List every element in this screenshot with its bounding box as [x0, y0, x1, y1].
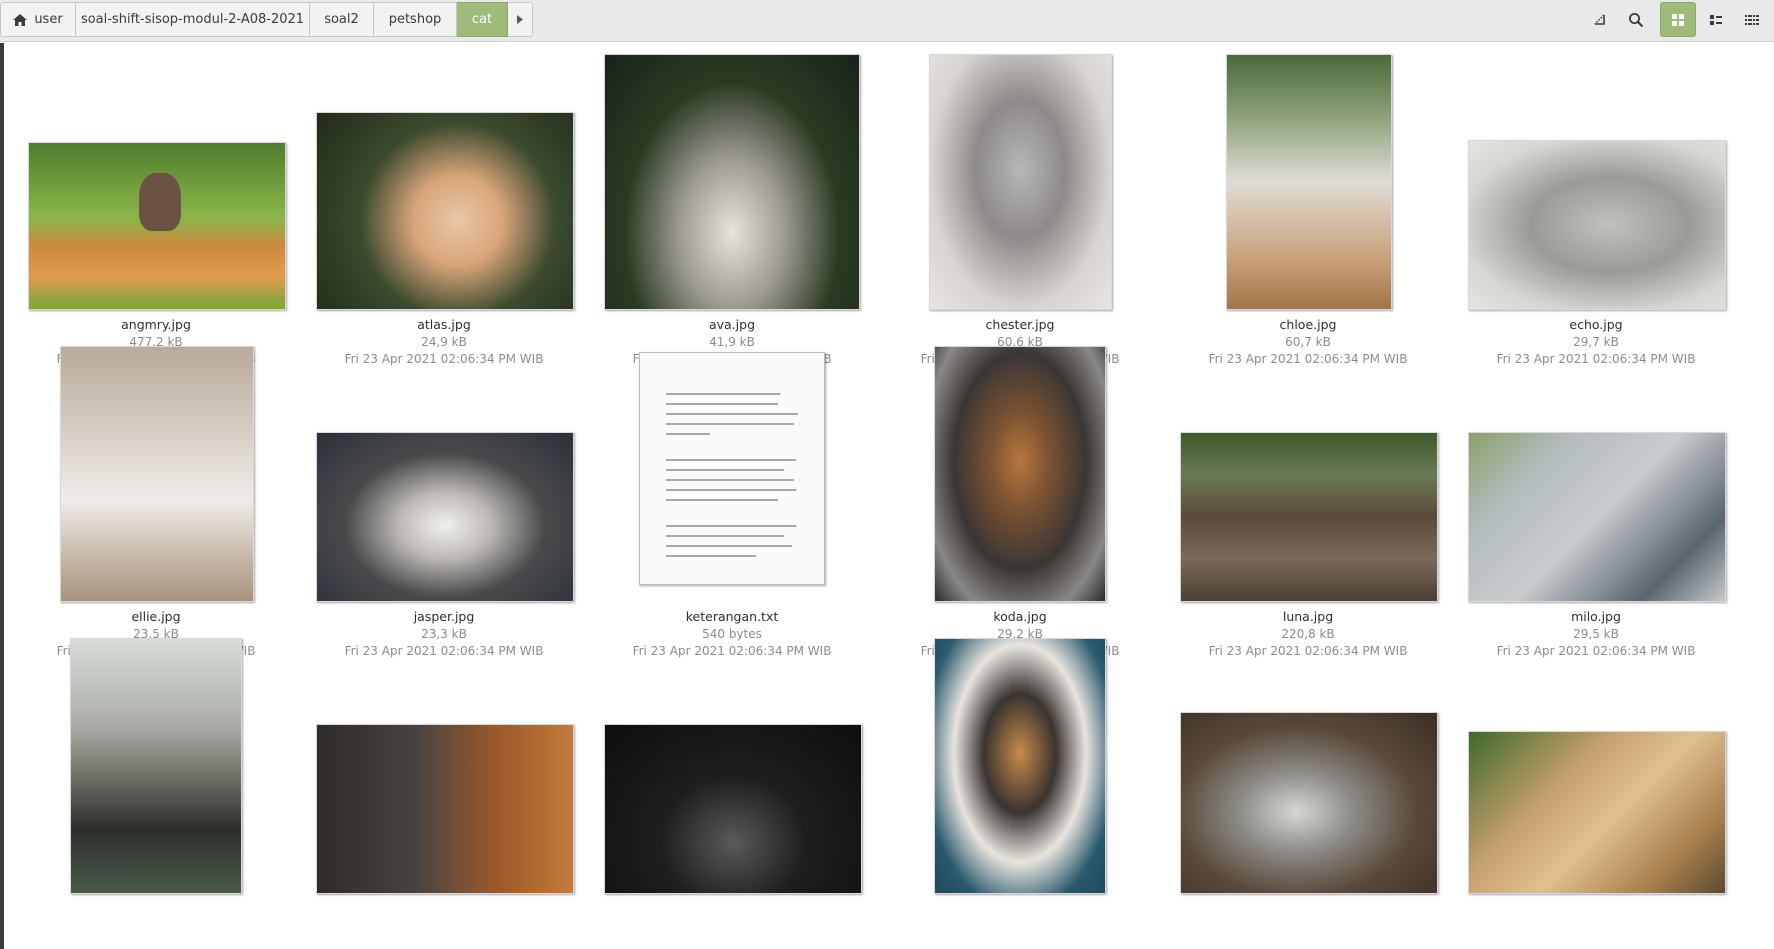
file-item[interactable]: ellie.jpg 23,5 kB Fri 23 Apr 2021 02:06:… [12, 335, 300, 658]
file-item[interactable]: atlas.jpg 24,9 kB Fri 23 Apr 2021 02:06:… [300, 43, 588, 366]
toolbar: user soal-shift-sisop-modul-2-A08-2021 s… [0, 0, 1774, 42]
list-view-button[interactable] [1698, 2, 1734, 37]
text-document-icon [639, 352, 825, 585]
breadcrumb-label: soal-shift-sisop-modul-2-A08-2021 [80, 12, 305, 27]
grid-view-button[interactable] [1660, 2, 1696, 37]
search-button[interactable] [1618, 2, 1654, 37]
breadcrumb-label: cat [471, 12, 493, 27]
file-item[interactable] [300, 627, 588, 917]
compact-view-button[interactable] [1734, 2, 1770, 37]
image-thumbnail [1468, 432, 1726, 602]
file-name: chester.jpg [985, 317, 1055, 332]
image-thumbnail [70, 638, 242, 894]
breadcrumb-soal2[interactable]: soal2 [310, 2, 374, 37]
file-name: echo.jpg [1569, 317, 1623, 332]
breadcrumb: user soal-shift-sisop-modul-2-A08-2021 s… [0, 2, 533, 37]
image-thumbnail [929, 54, 1112, 310]
file-item[interactable]: jasper.jpg 23,3 kB Fri 23 Apr 2021 02:06… [300, 335, 588, 658]
breadcrumb-label: petshop [388, 12, 442, 27]
chevron-right-icon [517, 15, 523, 24]
file-name: koda.jpg [993, 609, 1047, 624]
file-item[interactable] [1452, 627, 1740, 917]
file-item[interactable]: angmry.jpg 477,2 kB Fri 23 Apr 2021 02:0… [12, 43, 300, 366]
file-item[interactable] [588, 627, 876, 917]
breadcrumb-petshop[interactable]: petshop [374, 2, 457, 37]
compact-view-icon [1745, 14, 1759, 25]
file-grid: angmry.jpg 477,2 kB Fri 23 Apr 2021 02:0… [0, 43, 1774, 949]
breadcrumb-next-button[interactable] [508, 2, 533, 37]
file-item[interactable]: milo.jpg 29,5 kB Fri 23 Apr 2021 02:06:3… [1452, 335, 1740, 658]
file-item[interactable] [876, 627, 1164, 917]
file-name: chloe.jpg [1279, 317, 1337, 332]
file-item[interactable]: koda.jpg 29,2 kB Fri 23 Apr 2021 02:06:3… [876, 335, 1164, 658]
breadcrumb-repo[interactable]: soal-shift-sisop-modul-2-A08-2021 [76, 2, 310, 37]
file-item[interactable]: keterangan.txt 540 bytes Fri 23 Apr 2021… [588, 335, 876, 658]
image-thumbnail [316, 112, 574, 310]
file-item[interactable] [12, 627, 300, 917]
cat-figure [139, 173, 181, 231]
breadcrumb-label: soal2 [324, 12, 359, 27]
image-thumbnail [60, 346, 254, 602]
image-thumbnail [604, 54, 860, 310]
list-view-icon [1710, 14, 1722, 25]
file-name: angmry.jpg [121, 317, 191, 332]
grid-view-icon [1672, 13, 1684, 26]
breadcrumb-user[interactable]: user [0, 2, 76, 37]
image-thumbnail [316, 432, 574, 602]
image-thumbnail [1468, 140, 1726, 310]
location-icon [1594, 13, 1605, 25]
file-item[interactable]: chloe.jpg 60,7 kB Fri 23 Apr 2021 02:06:… [1164, 43, 1452, 366]
file-name: ava.jpg [708, 317, 756, 332]
image-thumbnail [28, 142, 286, 310]
file-name: luna.jpg [1282, 609, 1334, 624]
file-name: atlas.jpg [417, 317, 471, 332]
image-thumbnail [934, 638, 1106, 894]
breadcrumb-label: user [34, 12, 63, 27]
file-item[interactable]: luna.jpg 220,8 kB Fri 23 Apr 2021 02:06:… [1164, 335, 1452, 658]
search-icon [1629, 12, 1644, 27]
image-thumbnail [1226, 54, 1392, 310]
file-item[interactable]: ava.jpg 41,9 kB Fri 23 Apr 2021 02:06:34… [588, 43, 876, 366]
breadcrumb-cat[interactable]: cat [457, 2, 508, 37]
file-item[interactable]: chester.jpg 60,6 kB Fri 23 Apr 2021 02:0… [876, 43, 1164, 366]
image-thumbnail [1468, 731, 1726, 894]
home-icon [13, 13, 28, 26]
image-thumbnail [604, 724, 862, 894]
file-name: keterangan.txt [685, 609, 779, 624]
image-thumbnail [1180, 712, 1438, 894]
file-name: ellie.jpg [131, 609, 181, 624]
image-thumbnail [934, 346, 1106, 602]
file-name: milo.jpg [1571, 609, 1621, 624]
file-item[interactable] [1164, 627, 1452, 917]
file-item[interactable]: echo.jpg 29,7 kB Fri 23 Apr 2021 02:06:3… [1452, 43, 1740, 366]
image-thumbnail [316, 724, 574, 894]
location-button[interactable] [1582, 2, 1618, 37]
file-name: jasper.jpg [413, 609, 475, 624]
image-thumbnail [1180, 432, 1438, 602]
